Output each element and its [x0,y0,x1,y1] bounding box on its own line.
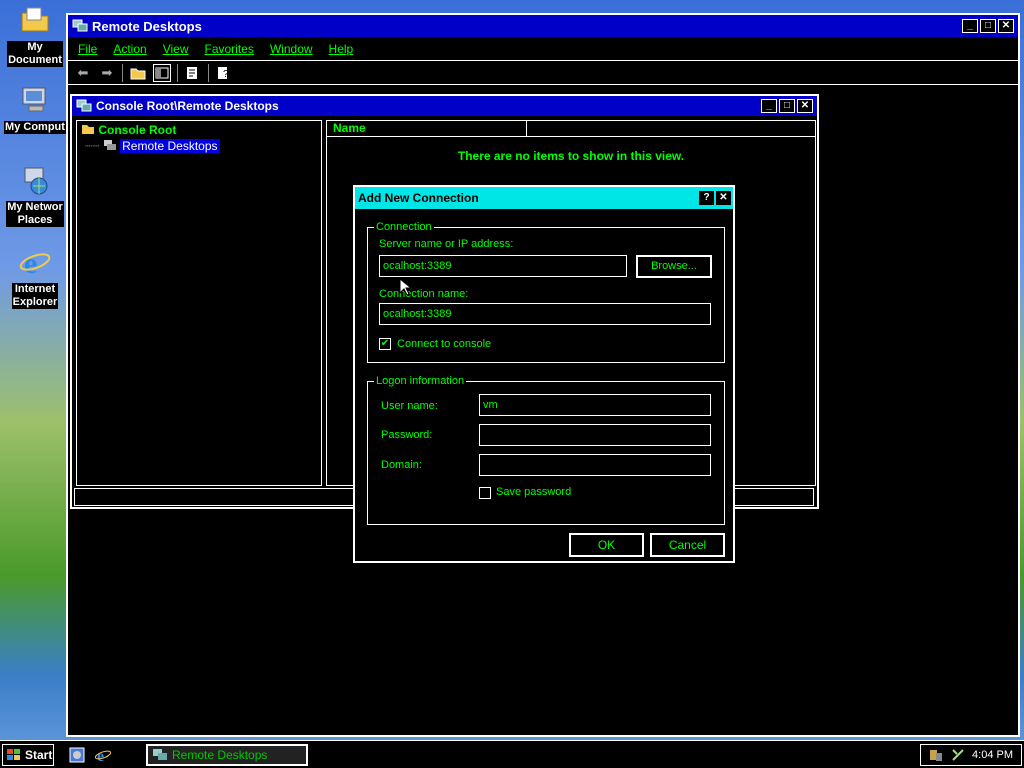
quicklaunch-show-desktop-icon[interactable] [68,746,86,764]
quicklaunch-internet-explorer-icon[interactable]: e [94,746,112,764]
toolbar: ⬅ ➡ ? [68,61,1018,85]
save-password-label[interactable]: Save password [496,486,571,498]
desktop-icon-internet-explorer[interactable]: e Internet Explorer [4,246,66,312]
help-icon[interactable]: ? [215,64,233,82]
password-label: Password: [381,429,433,441]
domain-input[interactable] [479,454,711,476]
tray-security-icon[interactable] [950,747,966,763]
menu-action[interactable]: Action [113,42,146,56]
group-label: Logon information [374,375,467,387]
menu-view[interactable]: View [163,42,189,56]
cancel-button[interactable]: Cancel [650,533,725,557]
list-header: Name [327,121,815,137]
maximize-button[interactable]: □ [779,99,795,113]
internet-explorer-icon: e [19,247,51,280]
dialog-title-bar[interactable]: Add New Connection ? ✕ [355,187,733,209]
username-input[interactable]: vm [479,394,711,416]
minimize-button[interactable]: _ [962,19,978,33]
desktop-icon-label: My Comput [4,121,66,134]
console-tree: Console Root ┈┈ Remote Desktops [76,120,322,486]
start-label: Start [25,748,53,762]
menu-favorites[interactable]: Favorites [205,42,254,56]
tray-network-icon[interactable] [928,747,944,763]
connection-name-label: Connection name: [379,288,469,300]
desktop-icon-label: My Document [7,41,63,67]
folder-icon [82,125,94,134]
ok-button[interactable]: OK [569,533,644,557]
tree-item-console-root[interactable]: Console Root [81,123,176,137]
svg-text:?: ? [223,69,229,80]
menu-file[interactable]: File [78,42,97,56]
connect-to-console-checkbox[interactable]: ✔ [379,338,391,350]
close-button[interactable]: ✕ [998,19,1014,33]
taskbar: Start e Remote Desktops 4:04 PM [0,740,1024,768]
menu-window[interactable]: Window [270,42,313,56]
tree-item-label: Console Root [98,123,177,137]
network-places-icon [24,167,48,195]
svg-text:e: e [97,748,104,764]
mdi-window-title: Console Root\Remote Desktops [96,99,279,113]
group-label: Connection [374,221,434,233]
close-button[interactable]: ✕ [797,99,813,113]
maximize-button[interactable]: □ [980,19,996,33]
desktop-icon-network-places[interactable]: My Networ Places [4,164,66,230]
browse-button[interactable]: Browse... [636,255,712,278]
my-computer-icon [22,87,46,112]
back-arrow-icon[interactable]: ⬅ [74,64,92,82]
tree-item-remote-desktops[interactable]: ┈┈ Remote Desktops [85,139,220,153]
column-header-name[interactable]: Name [327,121,527,136]
folder-documents-icon [21,7,49,32]
close-button[interactable]: ✕ [716,191,731,205]
main-window-title: Remote Desktops [92,18,202,34]
desktop-icon-label: Internet Explorer [11,283,59,309]
menu-help[interactable]: Help [329,42,354,56]
save-password-checkbox[interactable] [479,487,491,499]
add-connection-dialog: Add New Connection ? ✕ Connection Server… [353,185,735,563]
connection-name-input[interactable]: ocalhost:3389 [379,303,711,325]
tree-item-label: Remote Desktops [120,139,220,153]
toolbar-separator [122,63,123,82]
dialog-title: Add New Connection [358,191,479,205]
taskbar-button-remote-desktops[interactable]: Remote Desktops [146,744,308,766]
main-title-bar[interactable]: Remote Desktops _ □ ✕ [68,15,1018,37]
desktop-icon-my-computer[interactable]: My Comput [4,84,66,137]
desktop-icon-my-documents[interactable]: My Document [4,4,66,70]
minimize-button[interactable]: _ [761,99,777,113]
mdi-title-bar[interactable]: Console Root\Remote Desktops _ □ ✕ [72,96,817,116]
system-tray: 4:04 PM [920,744,1022,766]
remote-desktops-icon [103,140,116,150]
toolbar-separator [177,63,178,82]
export-list-icon[interactable] [184,64,202,82]
domain-label: Domain: [381,459,422,471]
desktop-icon-label: My Networ Places [6,201,64,227]
toolbar-separator [208,63,209,82]
windows-logo-icon [7,749,20,760]
svg-text:e: e [24,247,37,278]
clock[interactable]: 4:04 PM [972,749,1013,761]
tree-connector: ┈┈ [85,139,100,153]
empty-list-message: There are no items to show in this view. [457,149,685,163]
start-button[interactable]: Start [2,744,54,766]
help-button[interactable]: ? [699,191,714,205]
up-folder-icon[interactable] [129,64,147,82]
menu-bar: File Action View Favorites Window Help [68,37,1018,61]
remote-desktops-icon [76,99,92,112]
username-label: User name: [381,400,438,412]
task-label: Remote Desktops [172,748,268,762]
mouse-cursor-icon [399,278,411,296]
server-name-label: Server name or IP address: [379,238,514,250]
connect-to-console-label[interactable]: Connect to console [397,338,491,350]
forward-arrow-icon[interactable]: ➡ [98,64,116,82]
server-name-input[interactable]: ocalhost:3389 [379,255,627,277]
remote-desktops-icon [153,749,167,760]
password-input[interactable] [479,424,711,446]
remote-desktops-icon [72,19,88,32]
show-hide-tree-icon[interactable] [153,63,171,82]
